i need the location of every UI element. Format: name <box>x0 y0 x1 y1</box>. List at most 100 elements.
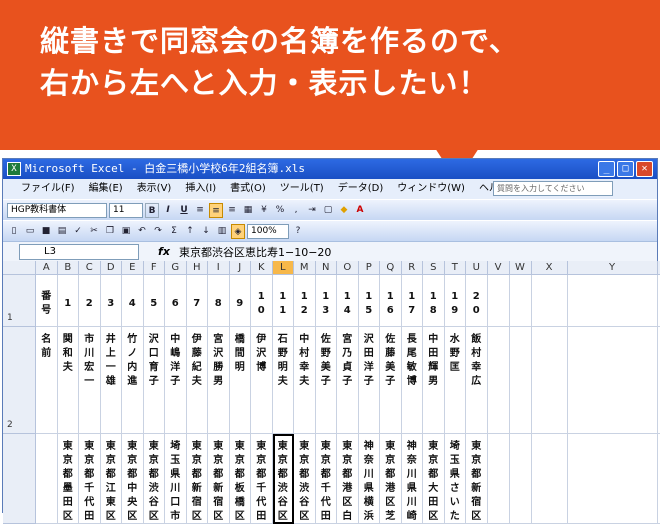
comma-icon[interactable]: , <box>289 203 303 218</box>
help-icon[interactable]: ? <box>291 224 305 239</box>
cell-g2[interactable]: 中嶋洋子 <box>165 327 187 434</box>
menu-item[interactable]: 挿入(I) <box>185 179 216 199</box>
cell-g1[interactable]: 6 <box>165 275 187 327</box>
cell-m2[interactable]: 中村幸夫 <box>294 327 316 434</box>
minimize-button[interactable]: _ <box>598 161 615 177</box>
cell-d2[interactable]: 井上一雄 <box>101 327 123 434</box>
help-search-input[interactable]: 質問を入力してください <box>493 181 613 196</box>
underline-button[interactable]: U <box>177 203 191 218</box>
cell-t3[interactable]: 埼玉県さいた <box>445 434 467 524</box>
indent-icon[interactable]: ⇥ <box>305 203 319 218</box>
cell-t1[interactable]: 19 <box>445 275 467 327</box>
font-color-icon[interactable]: A <box>353 203 367 218</box>
row-header[interactable] <box>3 434 36 524</box>
menu-item[interactable]: ウィンドウ(W) <box>397 179 465 199</box>
cell-q2[interactable]: 佐藤美子 <box>380 327 402 434</box>
formula-input[interactable]: 東京都渋谷区恵比寿1−10−20 <box>179 244 331 260</box>
cell-y2[interactable] <box>568 327 658 434</box>
fill-color-icon[interactable]: ◆ <box>337 203 351 218</box>
cell-o1[interactable]: 14 <box>337 275 359 327</box>
align-center-icon[interactable]: ≡ <box>209 203 223 218</box>
name-box[interactable]: L3 <box>19 244 139 260</box>
title-bar[interactable]: X Microsoft Excel - 白金三橋小学校6年2組名簿.xls _ … <box>3 159 657 179</box>
cell-i3[interactable]: 東京都新宿区 <box>208 434 230 524</box>
cell-y1[interactable] <box>568 275 658 327</box>
cell-u3[interactable]: 東京都新宿区 <box>466 434 488 524</box>
cell-j3[interactable]: 東京都板橋区 <box>230 434 252 524</box>
column-header-h[interactable]: H <box>187 261 209 275</box>
print-icon[interactable]: ▤ <box>55 224 69 239</box>
save-icon[interactable]: ■ <box>39 224 53 239</box>
cell-w2[interactable] <box>510 327 532 434</box>
cell-y3[interactable] <box>568 434 658 524</box>
cell-l3[interactable]: 東京都渋谷区 <box>273 434 295 524</box>
cell-m3[interactable]: 東京都渋谷区 <box>294 434 316 524</box>
chart-wizard-icon[interactable]: ▥ <box>215 224 229 239</box>
align-right-icon[interactable]: ≡ <box>225 203 239 218</box>
copy-icon[interactable]: ❐ <box>103 224 117 239</box>
cell-v3[interactable] <box>488 434 510 524</box>
sort-ascending-icon[interactable]: ↑ <box>183 224 197 239</box>
column-header-u[interactable]: U <box>466 261 488 275</box>
menu-item[interactable]: ファイル(F) <box>21 179 75 199</box>
cell-e2[interactable]: 竹ノ内進 <box>122 327 144 434</box>
cell-f1[interactable]: 5 <box>144 275 166 327</box>
function-icon[interactable]: fx <box>153 245 175 258</box>
cell-i2[interactable]: 宮沢勝男 <box>208 327 230 434</box>
open-folder-icon[interactable]: ▭ <box>23 224 37 239</box>
column-header-d[interactable]: D <box>101 261 123 275</box>
cell-c3[interactable]: 東京都千代田 <box>79 434 101 524</box>
cell-c2[interactable]: 市川宏一 <box>79 327 101 434</box>
maximize-button[interactable]: □ <box>617 161 634 177</box>
cell-w1[interactable] <box>510 275 532 327</box>
cell-b1[interactable]: 1 <box>58 275 80 327</box>
cell-a1[interactable]: 番号 <box>36 275 58 327</box>
percent-icon[interactable]: % <box>273 203 287 218</box>
column-header-q[interactable]: Q <box>380 261 402 275</box>
spellcheck-icon[interactable]: ✓ <box>71 224 85 239</box>
bold-button[interactable]: B <box>145 203 159 218</box>
cell-v2[interactable] <box>488 327 510 434</box>
cell-o2[interactable]: 宮乃貞子 <box>337 327 359 434</box>
cell-b3[interactable]: 東京都墨田区 <box>58 434 80 524</box>
currency-icon[interactable]: ¥ <box>257 203 271 218</box>
column-header-y[interactable]: Y <box>568 261 658 275</box>
cell-d1[interactable]: 3 <box>101 275 123 327</box>
zoom-select[interactable]: 100% <box>247 224 289 239</box>
cell-g3[interactable]: 埼玉県川口市 <box>165 434 187 524</box>
column-header-j[interactable]: J <box>230 261 252 275</box>
column-header-v[interactable]: V <box>488 261 510 275</box>
sort-descending-icon[interactable]: ↓ <box>199 224 213 239</box>
column-header-r[interactable]: R <box>402 261 424 275</box>
column-header-o[interactable]: O <box>337 261 359 275</box>
column-header-a[interactable]: A <box>36 261 58 275</box>
column-header-e[interactable]: E <box>122 261 144 275</box>
row-header[interactable]: 2 <box>3 327 36 434</box>
column-header-c[interactable]: C <box>79 261 101 275</box>
cell-p2[interactable]: 沢田洋子 <box>359 327 381 434</box>
cell-m1[interactable]: 12 <box>294 275 316 327</box>
cell-k3[interactable]: 東京都千代田 <box>251 434 273 524</box>
cell-x1[interactable] <box>532 275 568 327</box>
cut-icon[interactable]: ✂ <box>87 224 101 239</box>
cell-r3[interactable]: 神奈川県川崎 <box>402 434 424 524</box>
column-header-s[interactable]: S <box>423 261 445 275</box>
cell-h2[interactable]: 伊藤紀夫 <box>187 327 209 434</box>
cell-p1[interactable]: 15 <box>359 275 381 327</box>
drawing-icon[interactable]: ◈ <box>231 224 245 239</box>
cell-l1[interactable]: 11 <box>273 275 295 327</box>
column-header-n[interactable]: N <box>316 261 338 275</box>
excel-app-icon[interactable]: X <box>7 162 21 176</box>
menu-item[interactable]: 編集(E) <box>89 179 123 199</box>
new-file-icon[interactable]: ▯ <box>7 224 21 239</box>
align-left-icon[interactable]: ≡ <box>193 203 207 218</box>
cell-l2[interactable]: 石野明夫 <box>273 327 295 434</box>
close-button[interactable]: ✕ <box>636 161 653 177</box>
autosum-icon[interactable]: Σ <box>167 224 181 239</box>
cell-o3[interactable]: 東京都港区白 <box>337 434 359 524</box>
cell-s1[interactable]: 18 <box>423 275 445 327</box>
cell-r1[interactable]: 17 <box>402 275 424 327</box>
cell-x2[interactable] <box>532 327 568 434</box>
cell-u2[interactable]: 飯村幸広 <box>466 327 488 434</box>
cell-q3[interactable]: 東京都港区芝 <box>380 434 402 524</box>
